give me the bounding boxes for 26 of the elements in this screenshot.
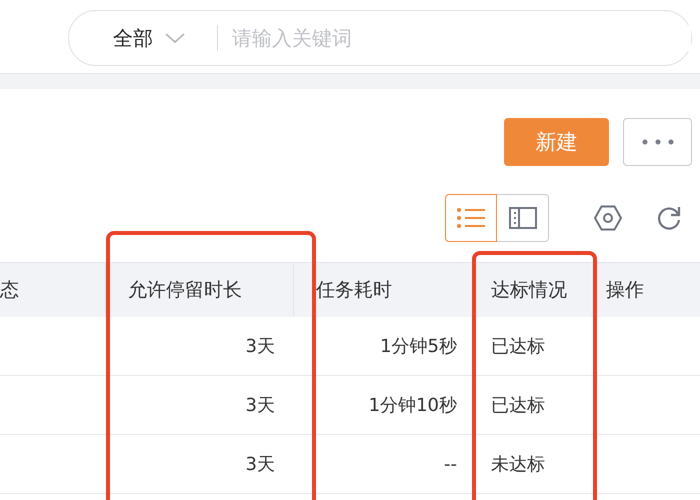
column-header: 达标情况: [491, 278, 567, 303]
settings-icon: [594, 205, 622, 231]
ellipsis-icon: [642, 139, 674, 145]
search-field[interactable]: 全部 请输入关键词: [68, 10, 692, 66]
refresh-button[interactable]: [656, 205, 682, 231]
table-cell-text: 1分钟10秒: [368, 394, 457, 417]
column-header: 态: [0, 278, 19, 303]
scope-dropdown[interactable]: 全部: [113, 24, 185, 52]
table-cell-text: 已达标: [491, 335, 545, 358]
panel-icon: [508, 207, 536, 229]
table-cell-text: 3天: [246, 394, 275, 417]
chevron-down-icon: [165, 32, 185, 44]
table-cell-text: 1分钟5秒: [380, 335, 457, 358]
settings-button[interactable]: [594, 205, 622, 231]
column-header: 操作: [606, 278, 644, 303]
refresh-icon: [656, 205, 682, 231]
list-view-button[interactable]: [445, 194, 497, 242]
table-cell-text: 未达标: [491, 453, 545, 476]
table-cell-text: 已达标: [491, 394, 545, 417]
panel-view-button[interactable]: [497, 194, 549, 242]
column-header: 允许停留时长: [128, 278, 242, 303]
table-cell: --: [444, 454, 457, 474]
table-cell-text: 3天: [246, 453, 275, 476]
column-header: 任务耗时: [316, 278, 392, 303]
list-icon: [457, 208, 485, 228]
table-cell-text: 3天: [246, 335, 275, 358]
